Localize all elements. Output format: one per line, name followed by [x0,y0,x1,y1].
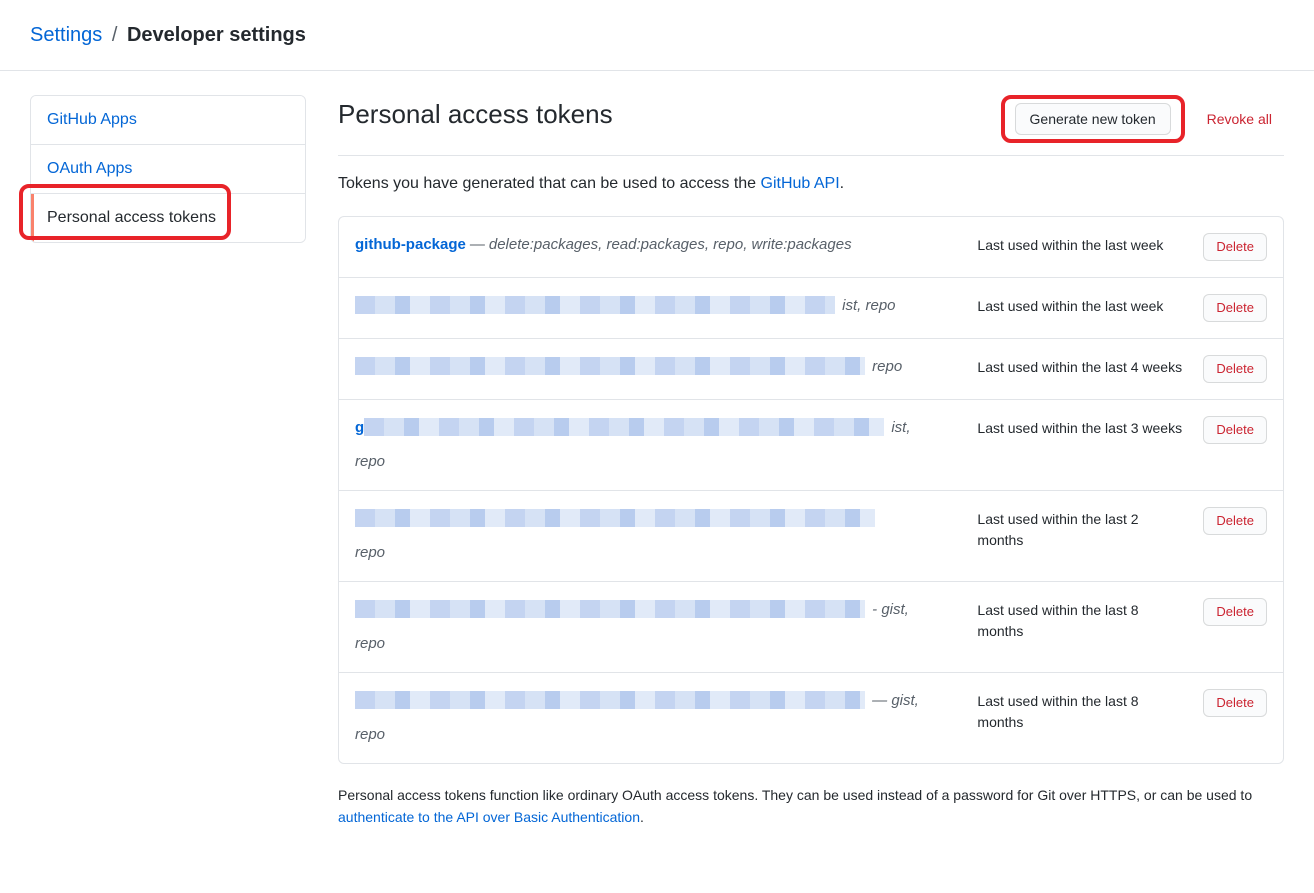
redacted-content [364,418,884,436]
token-row: g ist, repo Last used within the last 3 we… [339,400,1283,491]
delete-token-button[interactable]: Delete [1203,598,1267,626]
token-actions: Delete [1203,355,1267,383]
token-last-used: Last used within the last 3 weeks [977,416,1187,439]
footnote-suffix: . [640,809,644,825]
token-scopes-tail: ist, repo [838,297,896,314]
intro-suffix: . [840,175,844,192]
redacted-content [355,357,865,375]
token-scopes-wrap: repo [355,541,961,565]
breadcrumb-sep: / [112,24,118,46]
token-row: - gist, repo Last used within the last 8 m… [339,582,1283,673]
token-scopes-tail: ist, [887,419,910,436]
token-scopes-wrap: repo [355,632,961,656]
token-last-used: Last used within the last week [977,233,1187,256]
token-row: github-package—delete:packages, read:pac… [339,217,1283,278]
token-name-link[interactable]: github-package [355,236,466,253]
token-last-used: Last used within the last 4 weeks [977,355,1187,378]
sidebar-item-oauth-apps[interactable]: OAuth Apps [31,145,305,194]
breadcrumb: Settings / Developer settings [0,0,1314,71]
delete-token-button[interactable]: Delete [1203,689,1267,717]
token-scopes: delete:packages, read:packages, repo, wr… [489,236,852,253]
intro-text: Tokens you have generated that can be us… [338,172,1284,196]
redacted-content [355,509,875,527]
token-info: repo [355,507,961,565]
redacted-content [355,600,865,618]
delete-token-button[interactable]: Delete [1203,294,1267,322]
token-info: repo [355,355,961,379]
generate-new-token-button[interactable]: Generate new token [1015,103,1171,135]
token-actions: Delete [1203,416,1267,444]
delete-token-button[interactable]: Delete [1203,233,1267,261]
token-list: github-package—delete:packages, read:pac… [338,216,1284,764]
main-content: Personal access tokens Generate new toke… [338,95,1284,869]
sidebar-nav: GitHub Apps OAuth Apps Personal access t… [30,95,306,243]
token-info: — gist, repo [355,689,961,747]
token-last-used: Last used within the last 8 months [977,689,1187,733]
highlight-generate-annotation: Generate new token [1001,95,1185,143]
footnote-prefix: Personal access tokens function like ord… [338,787,1252,803]
token-actions: Delete [1203,598,1267,626]
token-info: - gist, repo [355,598,961,656]
token-last-used: Last used within the last 8 months [977,598,1187,642]
token-scopes-wrap: repo [355,450,961,474]
delete-token-button[interactable]: Delete [1203,355,1267,383]
footnote: Personal access tokens function like ord… [338,784,1284,829]
token-row: ist, repo Last used within the last week D… [339,278,1283,339]
token-scopes-tail: repo [868,358,902,375]
token-actions: Delete [1203,233,1267,261]
token-info: g ist, repo [355,416,961,474]
token-scopes-wrap: repo [355,723,961,747]
token-scopes-tail: — gist, [868,692,919,709]
auth-api-link[interactable]: authenticate to the API over Basic Authe… [338,809,640,825]
delete-token-button[interactable]: Delete [1203,507,1267,535]
token-name-link[interactable]: g [355,419,364,436]
token-info: github-package—delete:packages, read:pac… [355,233,961,257]
page-title: Personal access tokens [338,95,613,134]
sidebar-item-personal-access-tokens[interactable]: Personal access tokens [31,194,305,242]
sidebar-item-github-apps[interactable]: GitHub Apps [31,96,305,145]
token-dash: — [470,236,485,253]
github-api-link[interactable]: GitHub API [761,175,840,192]
delete-token-button[interactable]: Delete [1203,416,1267,444]
breadcrumb-root[interactable]: Settings [30,24,102,46]
breadcrumb-current: Developer settings [127,24,306,46]
token-scopes-tail: - gist, [868,601,909,618]
token-actions: Delete [1203,689,1267,717]
token-actions: Delete [1203,507,1267,535]
redacted-content [355,691,865,709]
token-last-used: Last used within the last 2 months [977,507,1187,551]
intro-prefix: Tokens you have generated that can be us… [338,175,761,192]
token-row: repo Last used within the last 4 weeks Del… [339,339,1283,400]
token-row: — gist, repo Last used within the last 8 m… [339,673,1283,763]
token-last-used: Last used within the last week [977,294,1187,317]
token-info: ist, repo [355,294,961,318]
token-actions: Delete [1203,294,1267,322]
revoke-all-button[interactable]: Revoke all [1195,106,1284,132]
token-row: repo Last used within the last 2 months De… [339,491,1283,582]
redacted-content [355,296,835,314]
